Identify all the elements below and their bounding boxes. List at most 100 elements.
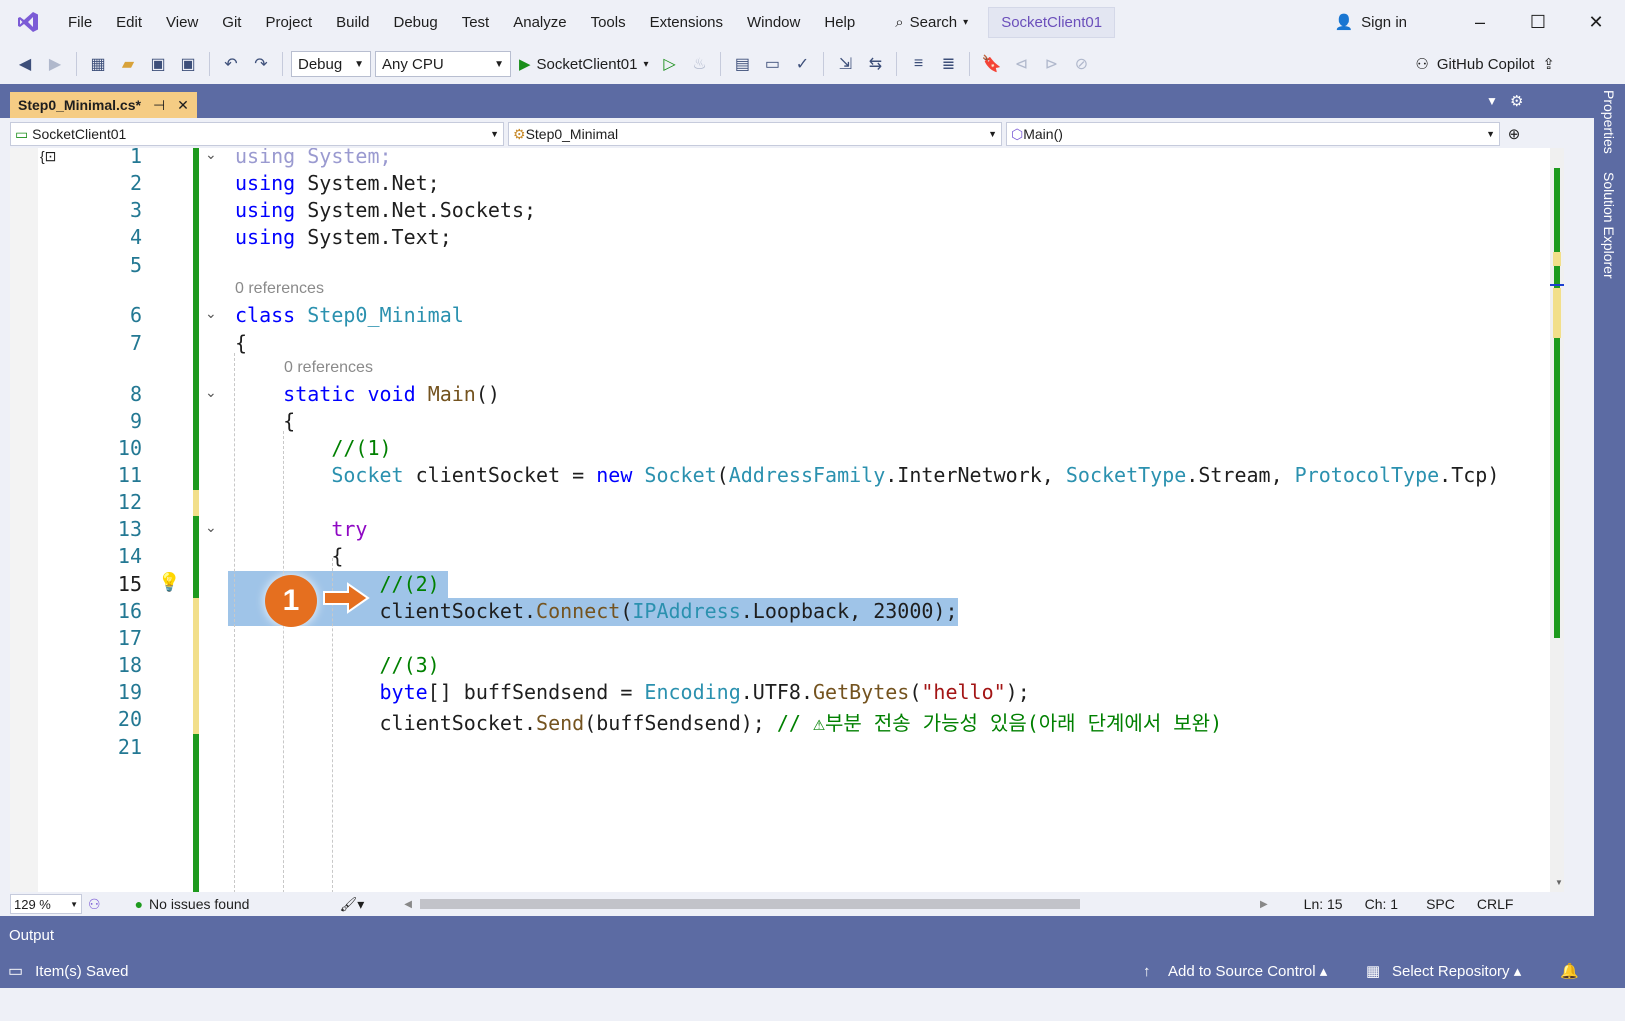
- notification-panel-icon[interactable]: ▭: [8, 961, 23, 981]
- lightbulb-icon[interactable]: 💡: [158, 572, 180, 593]
- save-all-icon[interactable]: ▣: [175, 51, 201, 77]
- comment-icon[interactable]: ≡: [905, 51, 931, 77]
- menu-debug[interactable]: Debug: [382, 0, 450, 44]
- clear-bookmarks-icon[interactable]: ⊘: [1068, 51, 1094, 77]
- search-button[interactable]: ⌕ Search ▾: [885, 6, 978, 38]
- copilot-label: GitHub Copilot: [1436, 55, 1535, 73]
- member-select[interactable]: ⬡Main() ▼: [1006, 122, 1500, 146]
- menu-project[interactable]: Project: [253, 0, 324, 44]
- back-icon[interactable]: ◀: [12, 51, 38, 77]
- code-line: clientSocket.Send(buffSendsend); // ⚠부분 …: [235, 711, 1223, 735]
- bookmark-icon[interactable]: 🔖: [978, 51, 1004, 77]
- whitespace-indicator[interactable]: SPC: [1426, 896, 1455, 912]
- scroll-right-icon[interactable]: ▶: [1260, 899, 1268, 910]
- compare-icon[interactable]: ⇆: [862, 51, 888, 77]
- line-number: 18: [117, 653, 142, 677]
- gear-icon[interactable]: ⚙: [1510, 92, 1523, 110]
- line-indicator[interactable]: Ln: 15: [1304, 896, 1343, 912]
- menu-test[interactable]: Test: [450, 0, 502, 44]
- pin-icon[interactable]: ⊣: [153, 97, 165, 114]
- collapse-icon[interactable]: ⌄: [205, 519, 217, 536]
- select-repository-label: Select Repository: [1392, 963, 1510, 980]
- platform-select[interactable]: Any CPU ▼: [375, 51, 511, 77]
- menu-analyze[interactable]: Analyze: [501, 0, 578, 44]
- open-folder-icon[interactable]: ▰: [115, 51, 141, 77]
- minimize-button[interactable]: –: [1451, 0, 1509, 44]
- menu-build[interactable]: Build: [324, 0, 381, 44]
- menu-view[interactable]: View: [154, 0, 210, 44]
- menu-extensions[interactable]: Extensions: [638, 0, 735, 44]
- spellcheck-icon[interactable]: ✓: [789, 51, 815, 77]
- add-to-source-control-label: Add to Source Control: [1168, 963, 1316, 980]
- code-line: static void Main(): [283, 382, 500, 406]
- issues-label[interactable]: No issues found: [149, 896, 249, 912]
- code-line: using System.Net.Sockets;: [235, 198, 537, 222]
- code-editor[interactable]: {⊡ 1 2 3 4 5 6 7 8 9 10 11 12 13 14 15 1…: [10, 148, 1564, 916]
- collapse-icon[interactable]: ⌄: [205, 384, 217, 401]
- add-to-source-control-button[interactable]: Add to Source Control ▴: [1168, 962, 1327, 980]
- solution-explorer-tab[interactable]: Solution Explorer: [1601, 172, 1617, 279]
- scroll-left-icon[interactable]: ◀: [404, 899, 412, 910]
- menu-git[interactable]: Git: [210, 0, 253, 44]
- start-debugging-button[interactable]: ▶ SocketClient01 ▾: [515, 55, 652, 74]
- menu-help[interactable]: Help: [812, 0, 867, 44]
- output-tab[interactable]: Output: [9, 927, 54, 944]
- menu-file[interactable]: File: [56, 0, 104, 44]
- collapse-icon[interactable]: ⌄: [205, 148, 217, 163]
- zoom-select[interactable]: 129 % ▼: [10, 894, 82, 914]
- callout-arrow-icon: [323, 582, 370, 614]
- chevron-down-icon: ▼: [1486, 129, 1495, 139]
- next-bookmark-icon[interactable]: ⊳: [1038, 51, 1064, 77]
- column-indicator[interactable]: Ch: 1: [1365, 896, 1398, 912]
- method-icon: ⬡: [1011, 125, 1024, 142]
- editor-status-bar: 129 % ▼ ⚇ ● No issues found 🖌▾ ◀ ▶ Ln: 15…: [10, 892, 1564, 916]
- check-icon: ●: [134, 896, 144, 912]
- select-repository-button[interactable]: Select Repository ▴: [1392, 962, 1521, 980]
- line-number: 4: [129, 225, 142, 249]
- uncomment-icon[interactable]: ≣: [935, 51, 961, 77]
- code-line: {: [235, 544, 344, 568]
- notifications-bell-icon[interactable]: 🔔: [1560, 962, 1579, 980]
- browse-icon[interactable]: ▤: [729, 51, 755, 77]
- tab-list-icon[interactable]: ▼: [1486, 94, 1498, 108]
- code-cleanup-icon[interactable]: 🖌▾: [339, 896, 364, 913]
- line-number: 10: [117, 436, 142, 460]
- step-icon[interactable]: ⇲: [832, 51, 858, 77]
- document-tab[interactable]: Step0_Minimal.cs* ⊣ ✕: [10, 92, 197, 118]
- undo-icon[interactable]: ↶: [218, 51, 244, 77]
- menu-window[interactable]: Window: [735, 0, 812, 44]
- menu-edit[interactable]: Edit: [104, 0, 154, 44]
- line-number: 14: [117, 544, 142, 568]
- close-button[interactable]: ✕: [1567, 0, 1625, 44]
- copilot-icon: ⚇: [1415, 56, 1429, 73]
- start-without-debugging-icon[interactable]: ▷: [656, 51, 682, 77]
- properties-tab[interactable]: Properties: [1601, 90, 1617, 154]
- class-select[interactable]: ⚙Step0_Minimal ▼: [508, 122, 1002, 146]
- line-ending-indicator[interactable]: CRLF: [1477, 896, 1514, 912]
- close-icon[interactable]: ✕: [177, 97, 189, 114]
- redo-icon[interactable]: ↷: [248, 51, 274, 77]
- forward-icon[interactable]: ▶: [42, 51, 68, 77]
- menu-tools[interactable]: Tools: [579, 0, 638, 44]
- navigation-bar: ▭ SocketClient01 ▼ ⚙Step0_Minimal ▼ ⬡Mai…: [10, 120, 1578, 148]
- vertical-scrollbar[interactable]: ▼: [1550, 148, 1564, 893]
- horizontal-scrollbar-thumb[interactable]: [419, 899, 1080, 909]
- project-select[interactable]: ▭ SocketClient01 ▼: [10, 122, 504, 146]
- split-icon[interactable]: ⊕: [1504, 125, 1524, 143]
- codelens-references[interactable]: 0 references: [235, 280, 324, 298]
- maximize-button[interactable]: ☐: [1509, 0, 1567, 44]
- platform-value: Any CPU: [382, 55, 444, 73]
- github-copilot-button[interactable]: ⚇ GitHub Copilot ⇪: [1415, 44, 1555, 84]
- new-project-icon[interactable]: ▦: [85, 51, 111, 77]
- search-label: Search: [909, 13, 958, 31]
- copilot-status-icon[interactable]: ⚇: [88, 896, 101, 913]
- codelens-references[interactable]: 0 references: [284, 359, 373, 377]
- configuration-select[interactable]: Debug ▼: [291, 51, 371, 77]
- indicator-margin: [10, 148, 38, 916]
- save-icon[interactable]: ▣: [145, 51, 171, 77]
- layout-icon[interactable]: ▭: [759, 51, 785, 77]
- collapse-icon[interactable]: ⌄: [205, 305, 217, 322]
- sign-in-button[interactable]: 👤 Sign in: [1334, 0, 1407, 44]
- prev-bookmark-icon[interactable]: ⊲: [1008, 51, 1034, 77]
- hot-reload-icon[interactable]: ♨: [686, 51, 712, 77]
